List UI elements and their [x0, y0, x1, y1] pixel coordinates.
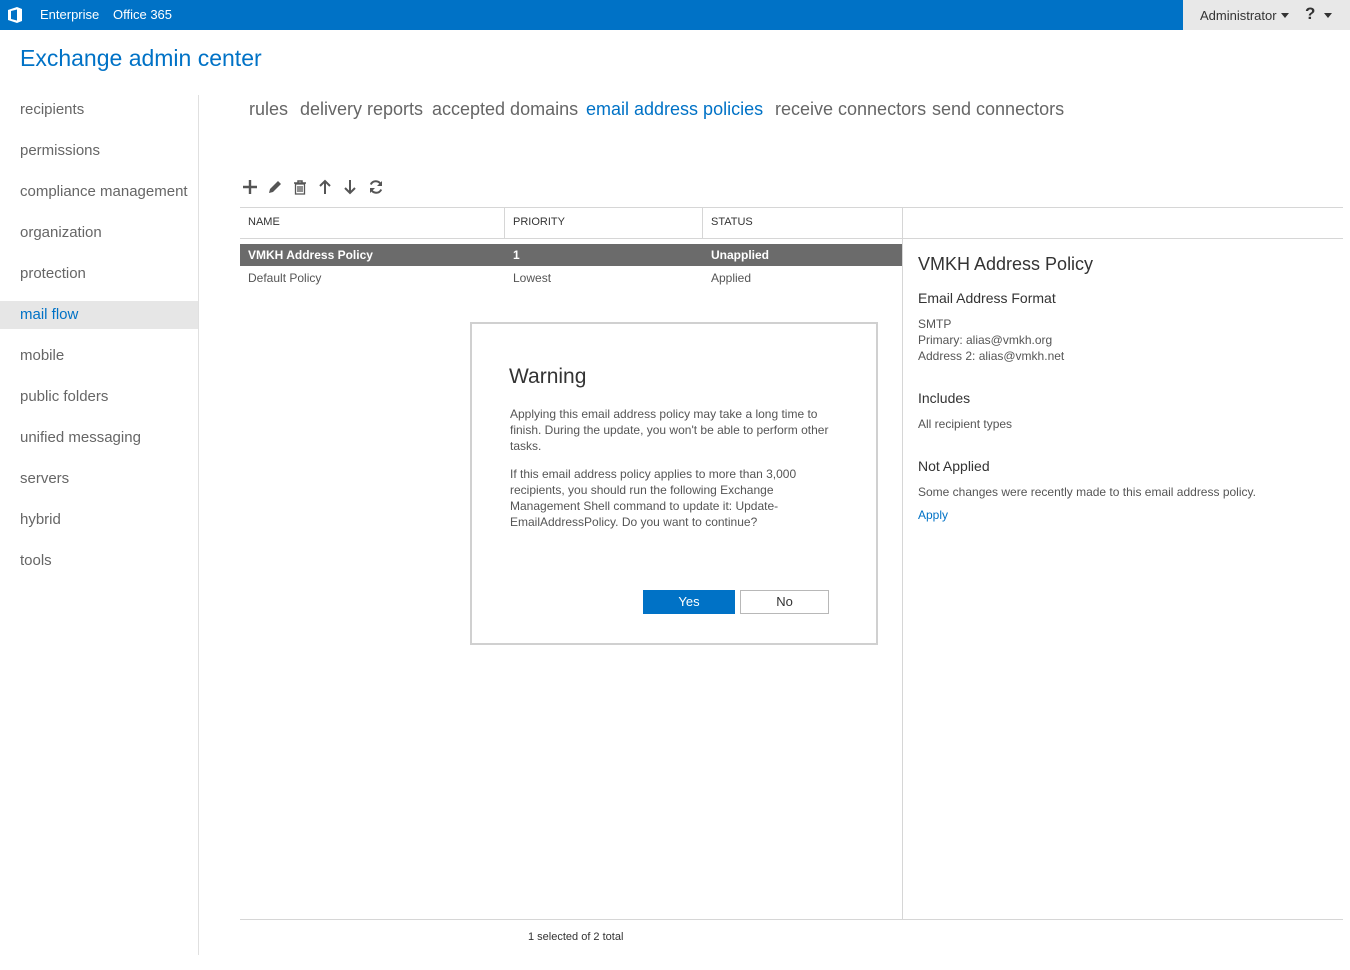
nav-item-mobile[interactable]: mobile [0, 342, 198, 370]
topbar-link-enterprise[interactable]: Enterprise [40, 7, 99, 22]
nav-divider [198, 95, 199, 955]
nav-item-mail-flow[interactable]: mail flow [0, 301, 198, 329]
tab-send-connectors[interactable]: send connectors [932, 99, 1064, 120]
dialog-text-line: Applying this email address policy may t… [510, 407, 818, 421]
tab-email-address-policies[interactable]: email address policies [586, 99, 763, 120]
table-header-border [240, 238, 1343, 239]
nav-item-label: unified messaging [20, 429, 141, 446]
dialog-text-line: EmailAddressPolicy. Do you want to conti… [510, 515, 758, 529]
details-title: VMKH Address Policy [918, 254, 1094, 274]
details-secondary-address: Address 2: alias@vmkh.net [918, 349, 1065, 363]
details-status-heading: Not Applied [918, 458, 990, 474]
nav-item-label: public folders [20, 388, 109, 405]
cell-name: VMKH Address Policy [248, 248, 373, 262]
tab-rules[interactable]: rules [249, 99, 288, 120]
office-logo-icon[interactable] [7, 6, 23, 24]
nav-item-label: permissions [20, 142, 101, 159]
nav-item-label: tools [20, 552, 52, 569]
details-includes-value: All recipient types [918, 417, 1013, 431]
nav-item-label: mobile [20, 347, 65, 364]
dialog-title: Warning [509, 365, 587, 388]
user-menu-chevron-down-icon[interactable] [1281, 13, 1289, 18]
details-format-heading: Email Address Format [918, 290, 1056, 306]
details-format-type: SMTP [918, 317, 952, 331]
dialog-paragraph-1: Applying this email address policy may t… [510, 406, 840, 454]
apply-link[interactable]: Apply [918, 508, 948, 522]
cell-priority: Lowest [513, 271, 552, 285]
cell-status: Unapplied [711, 248, 770, 262]
details-includes-heading: Includes [918, 390, 971, 406]
column-header-name[interactable]: NAME [248, 216, 280, 228]
warning-dialog: Warning Applying this email address poli… [470, 322, 878, 645]
refresh-icon[interactable] [367, 178, 385, 196]
dialog-paragraph-2: If this email address policy applies to … [510, 466, 840, 530]
nav-item-protection[interactable]: protection [0, 260, 198, 288]
footer-border [240, 919, 1343, 920]
nav-item-organization[interactable]: organization [0, 219, 198, 247]
cell-priority: 1 [513, 248, 520, 262]
nav-item-label: servers [20, 470, 70, 487]
nav-item-permissions[interactable]: permissions [0, 137, 198, 165]
nav-item-recipients[interactable]: recipients [0, 96, 198, 124]
table-top-border [240, 207, 1343, 208]
cell-status: Applied [711, 271, 752, 285]
add-icon[interactable] [241, 178, 259, 196]
nav-item-unified-messaging[interactable]: unified messaging [0, 424, 198, 452]
nav-item-label: recipients [20, 101, 85, 118]
tab-delivery-reports[interactable]: delivery reports [300, 99, 423, 120]
app-title: Exchange admin center [20, 45, 262, 71]
topbar-link-office365[interactable]: Office 365 [113, 7, 172, 22]
column-separator [504, 208, 505, 238]
details-status-text: Some changes were recently made to this … [918, 485, 1256, 499]
help-chevron-down-icon[interactable] [1324, 13, 1332, 18]
tab-receive-connectors[interactable]: receive connectors [775, 99, 926, 120]
table-row[interactable]: Default Policy Lowest Applied [240, 267, 902, 289]
table-row[interactable]: VMKH Address Policy 1 Unapplied [240, 244, 902, 266]
nav-item-label: protection [20, 265, 86, 282]
details-primary-address: Primary: alias@vmkh.org [918, 333, 1053, 347]
delete-icon[interactable] [291, 178, 309, 196]
column-header-status[interactable]: STATUS [711, 216, 753, 228]
yes-button[interactable]: Yes [643, 590, 735, 614]
user-menu[interactable]: Administrator [1200, 8, 1277, 23]
cell-name: Default Policy [248, 271, 322, 285]
tab-accepted-domains[interactable]: accepted domains [432, 99, 578, 120]
column-separator [702, 208, 703, 238]
dialog-text-line: tasks. [510, 439, 542, 453]
help-icon[interactable]: ? [1305, 4, 1315, 24]
nav-item-servers[interactable]: servers [0, 465, 198, 493]
nav-item-hybrid[interactable]: hybrid [0, 506, 198, 534]
top-bar: Enterprise Office 365 Administrator ? [0, 0, 1350, 30]
nav-item-public-folders[interactable]: public folders [0, 383, 198, 411]
move-up-icon[interactable] [316, 178, 334, 196]
no-button[interactable]: No [740, 590, 829, 614]
user-menu-area: Administrator ? [1183, 0, 1350, 30]
column-header-priority[interactable]: PRIORITY [513, 216, 565, 228]
selection-count: 1 selected of 2 total [528, 931, 624, 943]
nav-item-tools[interactable]: tools [0, 547, 198, 575]
dialog-text-line: Management Shell command to update it: U… [510, 499, 779, 513]
dialog-text-line: If this email address policy applies to … [510, 467, 797, 481]
edit-icon[interactable] [266, 178, 284, 196]
nav-item-label: organization [20, 224, 102, 241]
move-down-icon[interactable] [341, 178, 359, 196]
nav-item-label: hybrid [20, 511, 61, 528]
nav-item-label: compliance management [20, 183, 188, 200]
nav-item-compliance-management[interactable]: compliance management [0, 178, 198, 206]
dialog-text-line: recipients, you should run the following… [510, 483, 774, 497]
dialog-text-line: finish. During the update, you won't be … [510, 423, 829, 437]
details-pane-divider [902, 208, 903, 920]
nav-item-label: mail flow [20, 306, 79, 323]
